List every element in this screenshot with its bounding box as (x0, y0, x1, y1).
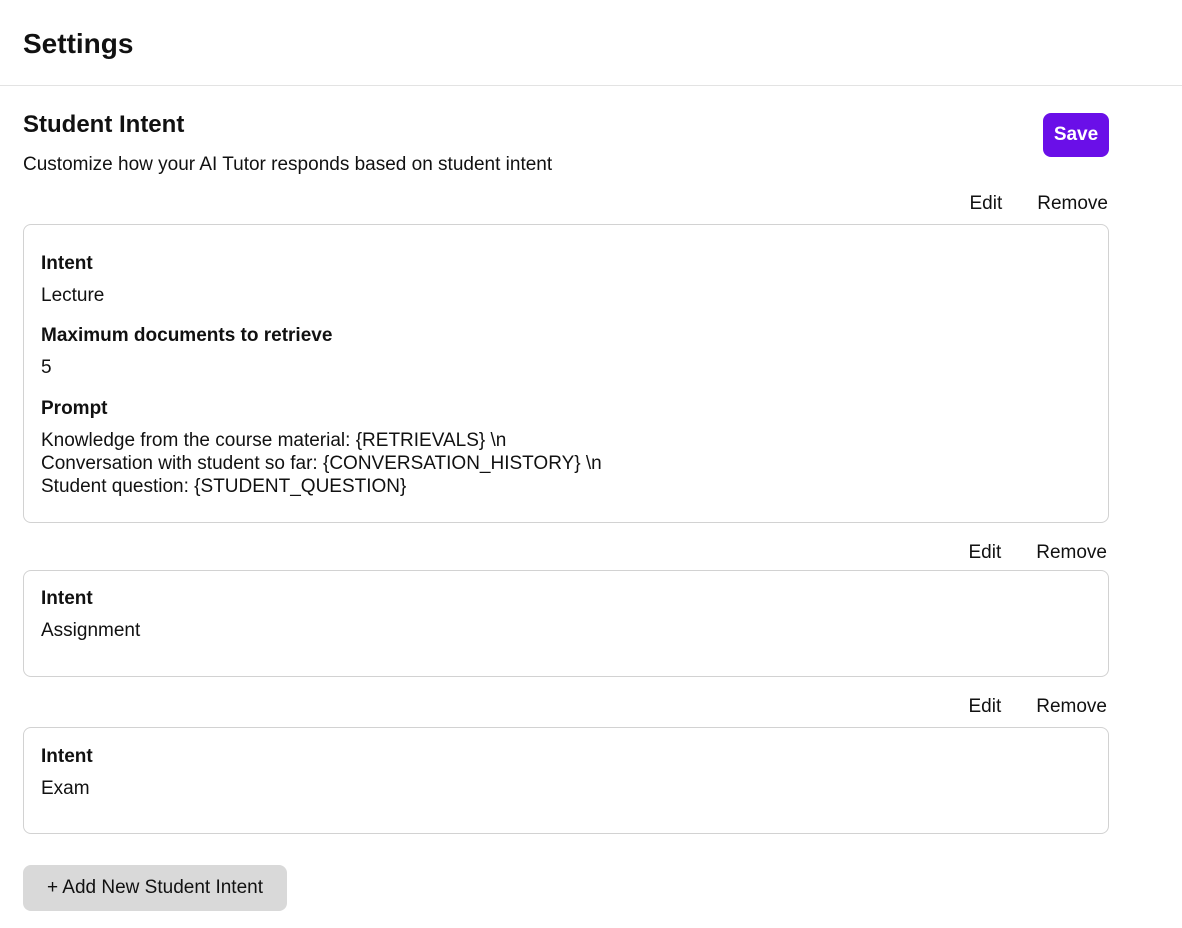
intent-actions: Edit Remove (970, 192, 1109, 216)
remove-link[interactable]: Remove (1037, 192, 1108, 216)
intent-label: Intent (41, 746, 93, 767)
prompt-line: Conversation with student so far: {CONVE… (41, 453, 602, 474)
add-student-intent-button[interactable]: + Add New Student Intent (23, 865, 287, 911)
save-button[interactable]: Save (1043, 113, 1109, 157)
edit-link[interactable]: Edit (969, 541, 1002, 565)
intent-card: Intent Exam (23, 727, 1109, 834)
intent-value: Exam (41, 778, 90, 799)
page-header: Settings (0, 0, 1182, 86)
remove-link[interactable]: Remove (1036, 695, 1107, 719)
edit-link[interactable]: Edit (970, 192, 1003, 216)
max-docs-label: Maximum documents to retrieve (41, 325, 333, 346)
intent-value: Assignment (41, 620, 141, 641)
intent-card: Intent Lecture Maximum documents to retr… (23, 224, 1109, 523)
intent-actions: Edit Remove (969, 695, 1108, 719)
intent-value: Lecture (41, 285, 105, 306)
prompt-text: Knowledge from the course material: {RET… (41, 429, 1091, 498)
intent-label: Intent (41, 253, 93, 274)
intent-card: Intent Assignment (23, 570, 1109, 677)
section-title: Student Intent (23, 111, 185, 138)
section-description: Customize how your AI Tutor responds bas… (23, 154, 553, 175)
max-docs-value: 5 (41, 357, 52, 378)
edit-link[interactable]: Edit (969, 695, 1002, 719)
intent-actions: Edit Remove (969, 541, 1108, 565)
prompt-line: Student question: {STUDENT_QUESTION} (41, 476, 407, 497)
prompt-label: Prompt (41, 398, 108, 419)
prompt-line: Knowledge from the course material: {RET… (41, 430, 507, 451)
intent-label: Intent (41, 588, 93, 609)
remove-link[interactable]: Remove (1036, 541, 1107, 565)
page-title: Settings (23, 28, 134, 59)
